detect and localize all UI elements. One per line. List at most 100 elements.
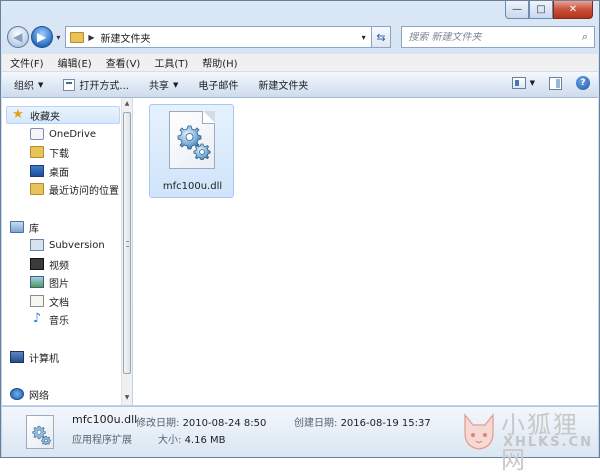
breadcrumb-separator-icon[interactable]: ▶	[88, 33, 94, 42]
share-label: 共享	[148, 81, 169, 92]
nav-item-label: 网络	[29, 390, 49, 402]
nav-item-recent-places[interactable]: 最近访问的位置	[30, 180, 119, 198]
details-modified: 修改日期: 2010-08-24 8:50	[136, 414, 266, 429]
refresh-icon: ⇆	[376, 30, 386, 44]
nav-item-label: 文档	[49, 297, 69, 309]
address-bar[interactable]: ▶ 新建文件夹 ▾	[65, 26, 372, 48]
folder-icon	[70, 31, 85, 43]
nav-item-documents[interactable]: 文档	[30, 292, 69, 310]
nav-item-label: 库	[29, 223, 39, 235]
search-box[interactable]: ⌕	[401, 26, 595, 48]
command-bar: 组织 ▼ 打开方式... 共享 ▼ 电子邮件 新建文件夹 ▼ ?	[2, 72, 598, 98]
network-icon	[10, 388, 24, 400]
file-name-label: mfc100u.dll	[162, 181, 223, 192]
size-value: 4.16 MB	[184, 435, 226, 446]
nav-item-music[interactable]: ♪ 音乐	[30, 310, 69, 328]
maximize-button[interactable]: □	[529, 1, 553, 19]
address-dropdown-icon[interactable]: ▾	[357, 33, 371, 42]
scroll-up-icon[interactable]: ▲	[122, 98, 132, 110]
created-date-label: 创建日期:	[294, 418, 338, 429]
new-folder-label: 新建文件夹	[258, 81, 309, 92]
menu-help[interactable]: 帮助(H)	[202, 55, 237, 70]
dropdown-arrow-icon: ▼	[172, 80, 179, 89]
caption-buttons: — □ ✕	[505, 1, 593, 19]
nav-item-network[interactable]: 网络	[10, 385, 49, 403]
preview-pane-icon[interactable]	[549, 76, 562, 90]
gear-icon	[177, 125, 211, 160]
menu-view[interactable]: 查看(V)	[106, 55, 141, 70]
created-date-value: 2016-08-19 15:37	[340, 418, 431, 429]
nav-item-onedrive[interactable]: OneDrive	[30, 125, 96, 143]
recent-pages-dropdown[interactable]: ▾	[54, 33, 64, 42]
new-folder-button[interactable]: 新建文件夹	[258, 77, 308, 92]
email-label: 电子邮件	[198, 81, 239, 92]
refresh-button[interactable]: ⇆	[371, 26, 392, 48]
subversion-icon	[30, 239, 44, 251]
desktop-icon	[30, 165, 44, 177]
onedrive-icon	[30, 128, 44, 140]
nav-item-label: 收藏夹	[30, 111, 60, 123]
organize-button[interactable]: 组织 ▼	[14, 77, 43, 93]
file-item[interactable]: mfc100u.dll	[149, 104, 234, 198]
minimize-icon: —	[512, 3, 522, 15]
nav-item-label: 桌面	[49, 167, 69, 179]
nav-item-favorites[interactable]: ★ 收藏夹	[6, 106, 120, 124]
nav-item-desktop[interactable]: 桌面	[30, 162, 69, 180]
nav-item-label: 音乐	[49, 315, 69, 327]
back-arrow-icon: ◀	[13, 30, 23, 44]
nav-item-pictures[interactable]: 图片	[30, 273, 69, 291]
nav-item-label: 最近访问的位置	[49, 185, 119, 197]
explorer-window: — □ ✕ ◀ ▶ ▾ ▶ 新建文件夹 ▾ ⇆ ⌕ 文件(	[0, 0, 600, 474]
music-note-icon: ♪	[32, 311, 42, 326]
file-list-pane[interactable]: mfc100u.dll	[133, 98, 598, 405]
search-input[interactable]	[408, 31, 576, 43]
back-button[interactable]: ◀	[7, 26, 29, 48]
details-file-type: 应用程序扩展	[72, 431, 132, 446]
view-controls: ▼ ?	[511, 76, 590, 90]
menu-tools[interactable]: 工具(T)	[154, 55, 188, 70]
close-button[interactable]: ✕	[553, 1, 593, 19]
search-icon[interactable]: ⌕	[576, 30, 594, 44]
open-with-icon	[63, 78, 76, 91]
help-icon[interactable]: ?	[576, 76, 590, 90]
details-size: 大小: 4.16 MB	[158, 431, 226, 446]
nav-item-label: 图片	[49, 278, 69, 290]
open-with-button[interactable]: 打开方式...	[63, 77, 129, 92]
file-type-value: 应用程序扩展	[72, 435, 132, 446]
close-icon: ✕	[568, 3, 578, 15]
downloads-folder-icon	[30, 146, 44, 158]
nav-item-libraries[interactable]: 库	[10, 218, 39, 236]
open-with-label: 打开方式...	[79, 81, 129, 92]
minimize-button[interactable]: —	[505, 1, 529, 19]
navigation-pane-scrollbar[interactable]: ▲ ▼	[121, 98, 132, 405]
nav-item-computer[interactable]: 计算机	[10, 348, 59, 366]
recent-places-icon	[30, 183, 44, 195]
nav-item-downloads[interactable]: 下载	[30, 143, 69, 161]
nav-item-subversion[interactable]: Subversion	[30, 236, 105, 254]
modified-date-label: 修改日期:	[136, 418, 180, 429]
organize-label: 组织	[14, 81, 34, 92]
forward-button[interactable]: ▶	[30, 26, 53, 48]
fox-logo-icon	[464, 413, 494, 450]
menu-bar: 文件(F) 编辑(E) 查看(V) 工具(T) 帮助(H)	[2, 54, 598, 72]
gear-icon	[32, 425, 51, 445]
email-button[interactable]: 电子邮件	[198, 77, 238, 92]
details-file-name: mfc100u.dll	[72, 413, 138, 426]
menu-file[interactable]: 文件(F)	[10, 55, 44, 70]
star-icon: ★	[12, 107, 24, 122]
forward-arrow-icon: ▶	[37, 30, 47, 44]
nav-item-label: Subversion	[49, 239, 105, 251]
nav-item-label: 视频	[49, 260, 69, 272]
navigation-pane: ★ 收藏夹 OneDrive 下载 桌面 最近访问的位置 库 Subversio…	[2, 98, 132, 405]
details-file-icon	[26, 415, 54, 449]
change-view-icon[interactable]	[511, 77, 526, 89]
scroll-down-icon[interactable]: ▼	[122, 392, 132, 404]
scroll-thumb[interactable]	[123, 112, 131, 374]
menu-edit[interactable]: 编辑(E)	[58, 55, 92, 70]
view-dropdown-icon[interactable]: ▼	[530, 79, 535, 87]
share-button[interactable]: 共享 ▼	[148, 77, 179, 93]
watermark-text-en: XHLKS.CN	[503, 435, 593, 450]
dll-file-icon	[169, 111, 215, 169]
nav-item-videos[interactable]: 视频	[30, 255, 69, 273]
breadcrumb-current-folder[interactable]: 新建文件夹	[101, 30, 357, 45]
